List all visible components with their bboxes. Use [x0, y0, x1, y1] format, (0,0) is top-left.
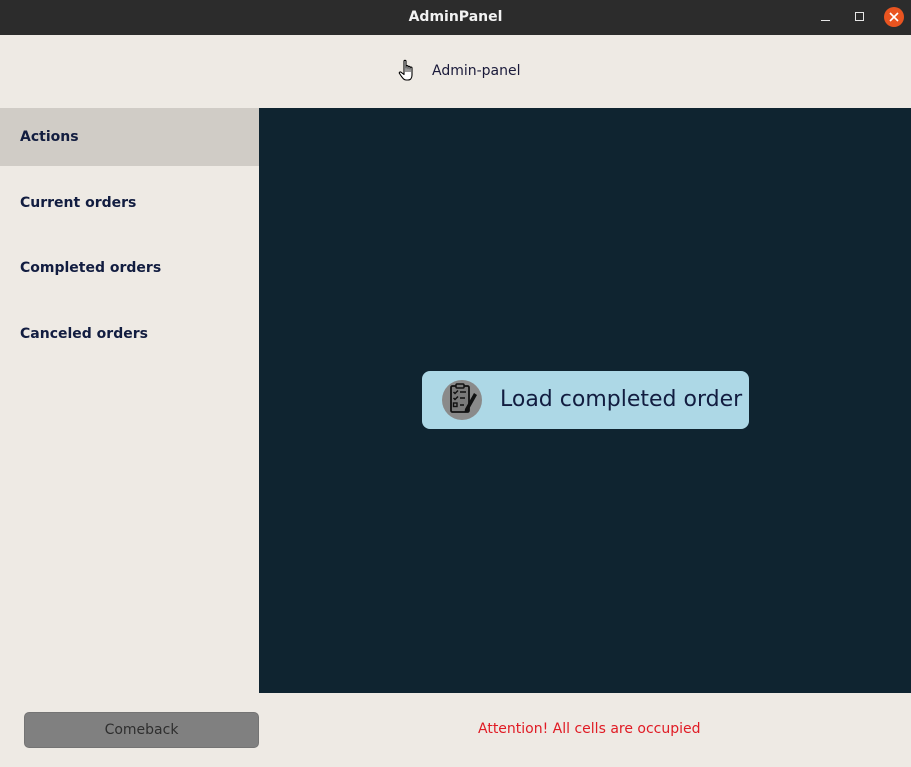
sidebar: Actions Current orders Completed orders …: [0, 108, 259, 693]
sidebar-item-label: Actions: [20, 129, 79, 145]
main-panel: Load completed order: [259, 108, 911, 693]
hand-pointer-icon: [398, 59, 413, 81]
load-completed-order-button[interactable]: Load completed order: [422, 371, 749, 429]
sidebar-item-label: Canceled orders: [20, 326, 148, 342]
header-title: Admin-panel: [432, 63, 521, 79]
sidebar-item-label: Completed orders: [20, 260, 162, 276]
sidebar-item-current-orders[interactable]: Current orders: [0, 174, 259, 232]
sidebar-item-completed-orders[interactable]: Completed orders: [0, 239, 259, 297]
sidebar-item-label: Current orders: [20, 195, 137, 211]
load-button-label: Load completed order: [500, 387, 743, 412]
comeback-button[interactable]: Comeback: [24, 712, 259, 748]
checklist-icon: [442, 380, 482, 420]
sidebar-item-canceled-orders[interactable]: Canceled orders: [0, 305, 259, 363]
sidebar-item-actions[interactable]: Actions: [0, 108, 259, 166]
status-warning: Attention! All cells are occupied: [478, 721, 701, 737]
footer: Comeback Attention! All cells are occupi…: [0, 693, 911, 767]
